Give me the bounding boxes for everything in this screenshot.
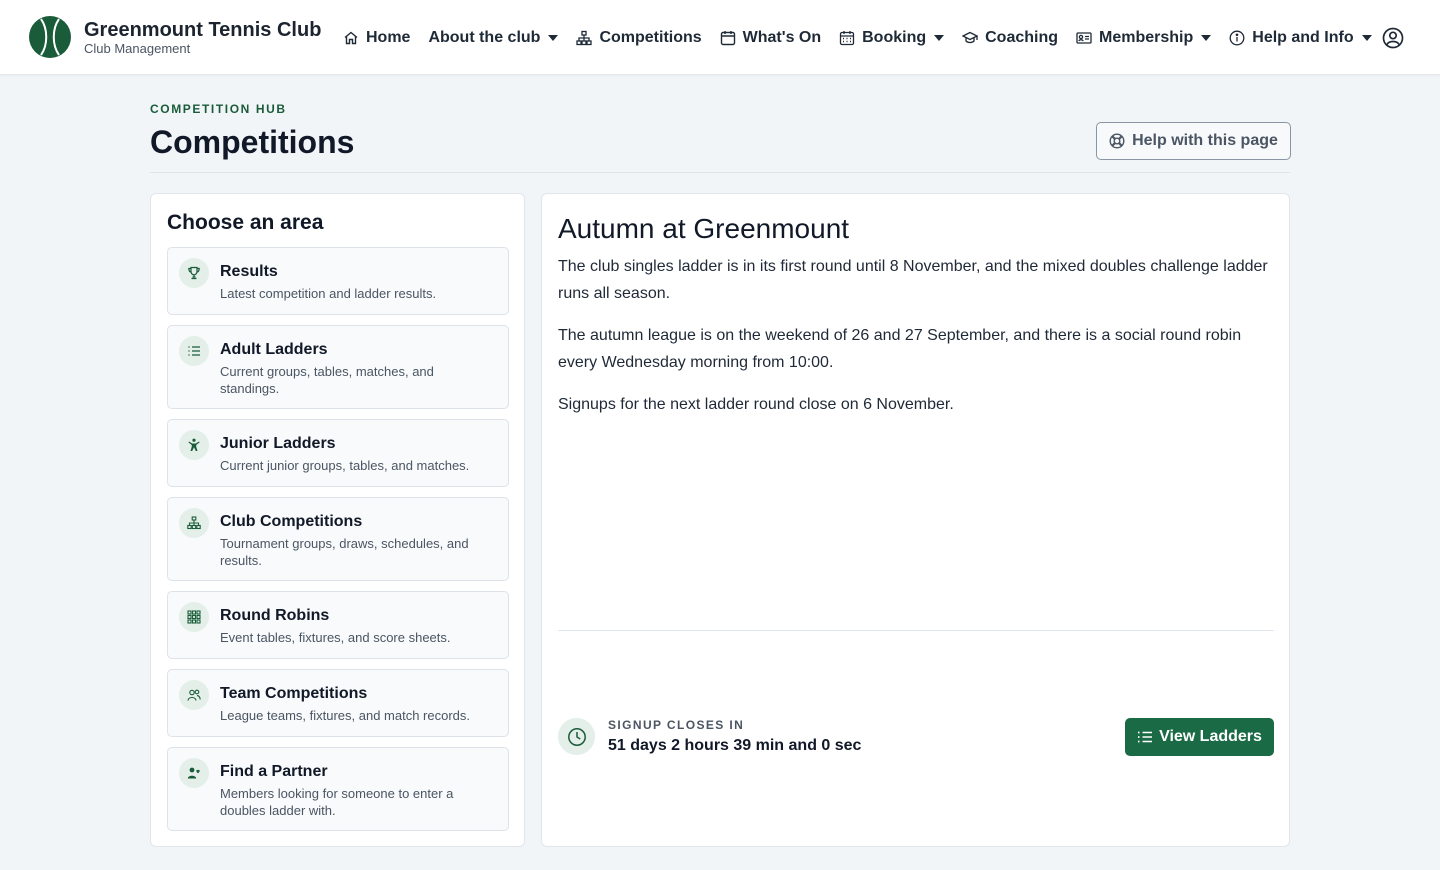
help-button-label: Help with this page (1132, 132, 1278, 149)
tennis-ball-logo-icon (29, 16, 71, 58)
main-nav: Home About the club Competitions What's … (343, 0, 1390, 75)
nav-home[interactable]: Home (343, 29, 410, 47)
id-card-icon (1076, 31, 1092, 44)
feature-body: The club singles ladder is in its first … (558, 253, 1274, 433)
area-icon-wrap (179, 258, 209, 288)
chevron-down-icon (934, 34, 945, 41)
area-desc-results: Latest competition and ladder results. (220, 286, 437, 301)
view-ladders-button[interactable]: View Ladders (1125, 718, 1274, 756)
nav-about-label: About the club (428, 28, 541, 46)
user-circle-icon[interactable] (1382, 27, 1404, 49)
feature-title: Autumn at Greenmount (558, 213, 850, 244)
countdown-label: SIGNUP CLOSES IN (608, 718, 745, 732)
area-desc-round-robins: Event tables, fixtures, and score sheets… (220, 630, 451, 645)
area-title-junior-ladders: Junior Ladders (220, 435, 336, 452)
feature-paragraph: The club singles ladder is in its first … (558, 258, 1268, 302)
nav-about-the-club[interactable]: About the club (428, 28, 559, 47)
sitemap-icon (576, 30, 593, 45)
nav-coaching-label: Coaching (985, 28, 1059, 46)
area-title-results: Results (220, 263, 278, 280)
nav-membership-label: Membership (1099, 28, 1194, 46)
clock-icon (567, 727, 586, 746)
nav-help-and-info[interactable]: Help and Info (1229, 28, 1372, 47)
area-item-adult-ladders[interactable]: Adult Ladders Current groups, tables, ma… (167, 325, 509, 409)
home-icon (344, 31, 358, 44)
brand[interactable]: Greenmount Tennis Club Club Management (28, 15, 321, 59)
countdown-value: 51 days 2 hours 39 min and 0 sec (608, 737, 862, 754)
top-navbar: Greenmount Tennis Club Club Management H… (0, 0, 1440, 75)
feature-paragraph: Signups for the next ladder round close … (558, 396, 954, 413)
area-icon-wrap (179, 602, 209, 632)
nav-competitions-label: Competitions (599, 28, 702, 46)
calendar-grid-icon (839, 30, 855, 45)
brand-subtitle: Club Management (84, 41, 191, 56)
person-heart-icon (187, 767, 200, 779)
nav-home-label: Home (366, 28, 411, 46)
nav-booking[interactable]: Booking (839, 28, 945, 47)
area-item-results[interactable]: Results Latest competition and ladder re… (167, 247, 509, 315)
area-item-team-competitions[interactable]: Team Competitions League teams, fixtures… (167, 669, 509, 737)
help-with-page-button[interactable]: Help with this page (1096, 122, 1291, 160)
area-icon-wrap (179, 336, 209, 366)
area-icon-wrap (179, 680, 209, 710)
view-ladders-label: View Ladders (1159, 728, 1262, 745)
nav-membership[interactable]: Membership (1076, 28, 1212, 47)
trophy-icon (188, 266, 200, 280)
area-list: Results Latest competition and ladder re… (167, 247, 509, 841)
list-icon (1138, 731, 1153, 743)
signup-countdown: SIGNUP CLOSES IN 51 days 2 hours 39 min … (558, 718, 861, 755)
brand-name: Greenmount Tennis Club (84, 19, 322, 41)
life-ring-icon (1109, 133, 1125, 149)
nav-competitions[interactable]: Competitions (576, 28, 702, 47)
nav-whats-on-label: What's On (742, 28, 822, 46)
area-item-round-robins[interactable]: Round Robins Event tables, fixtures, and… (167, 591, 509, 659)
area-item-find-a-partner[interactable]: Find a Partner Members looking for someo… (167, 747, 509, 831)
area-item-club-competitions[interactable]: Club Competitions Tournament groups, dra… (167, 497, 509, 581)
calendar-icon (720, 30, 735, 45)
chevron-down-icon (548, 34, 559, 41)
choose-area-card: Choose an area Results Latest competitio… (150, 193, 525, 847)
area-desc-junior-ladders: Current junior groups, tables, and match… (220, 458, 470, 473)
choose-area-title: Choose an area (167, 211, 324, 234)
grid-icon (187, 610, 201, 624)
chevron-down-icon (1201, 34, 1212, 41)
list-icon (188, 346, 200, 356)
area-title-adult-ladders: Adult Ladders (220, 341, 328, 358)
area-icon-wrap (179, 758, 209, 788)
area-title-club-competitions: Club Competitions (220, 513, 363, 530)
area-desc-club-competitions: Tournament groups, draws, schedules, and… (220, 536, 469, 568)
nav-coaching[interactable]: Coaching (962, 29, 1058, 47)
clock-icon-wrap (558, 718, 595, 755)
area-item-junior-ladders[interactable]: Junior Ladders Current junior groups, ta… (167, 419, 509, 487)
people-icon (187, 689, 201, 701)
area-desc-team-competitions: League teams, fixtures, and match record… (220, 708, 471, 723)
feature-divider (558, 630, 1274, 631)
chevron-down-icon (1361, 34, 1372, 41)
feature-paragraph: The autumn league is on the weekend of 2… (558, 327, 1242, 371)
area-title-team-competitions: Team Competitions (220, 685, 368, 702)
nav-whats-on[interactable]: What's On (720, 29, 821, 47)
nav-booking-label: Booking (862, 28, 927, 46)
page-title: Competitions (150, 124, 355, 160)
page-eyebrow: COMPETITION HUB (150, 102, 287, 116)
area-icon-wrap (179, 430, 209, 460)
area-desc-find-a-partner: Members looking for someone to enter a d… (220, 786, 454, 818)
header-divider (150, 172, 1290, 173)
area-icon-wrap (179, 508, 209, 538)
info-icon (1229, 30, 1245, 45)
area-title-find-a-partner: Find a Partner (220, 763, 328, 780)
child-icon (188, 438, 200, 451)
area-desc-adult-ladders: Current groups, tables, matches, and sta… (220, 364, 434, 396)
sitemap-icon (187, 516, 201, 530)
area-title-round-robins: Round Robins (220, 607, 330, 624)
nav-help-label: Help and Info (1252, 28, 1354, 46)
graduation-cap-icon (962, 31, 979, 43)
feature-card: Autumn at Greenmount The club singles la… (541, 193, 1290, 847)
